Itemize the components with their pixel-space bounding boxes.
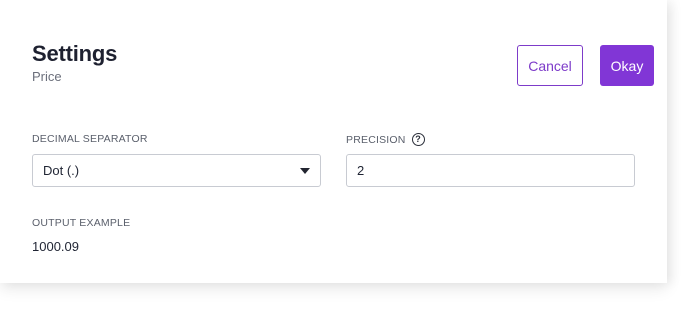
precision-label-row: PRECISION ? bbox=[346, 133, 425, 146]
precision-input[interactable] bbox=[346, 154, 635, 187]
okay-button[interactable]: Okay bbox=[600, 45, 654, 86]
page-subtitle: Price bbox=[32, 69, 62, 84]
question-circle-icon[interactable]: ? bbox=[411, 133, 425, 146]
precision-label: PRECISION bbox=[346, 133, 406, 146]
settings-panel: Settings Price Cancel Okay DECIMAL SEPAR… bbox=[0, 0, 667, 283]
caret-down-icon bbox=[300, 168, 310, 174]
page-title: Settings bbox=[32, 41, 118, 66]
cancel-button[interactable]: Cancel bbox=[517, 45, 583, 86]
output-example-value: 1000.09 bbox=[32, 239, 79, 254]
output-example-label: OUTPUT EXAMPLE bbox=[32, 217, 131, 229]
decimal-separator-value: Dot (.) bbox=[43, 163, 80, 178]
decimal-separator-select[interactable]: Dot (.) bbox=[32, 154, 321, 187]
decimal-separator-label: DECIMAL SEPARATOR bbox=[32, 133, 148, 145]
